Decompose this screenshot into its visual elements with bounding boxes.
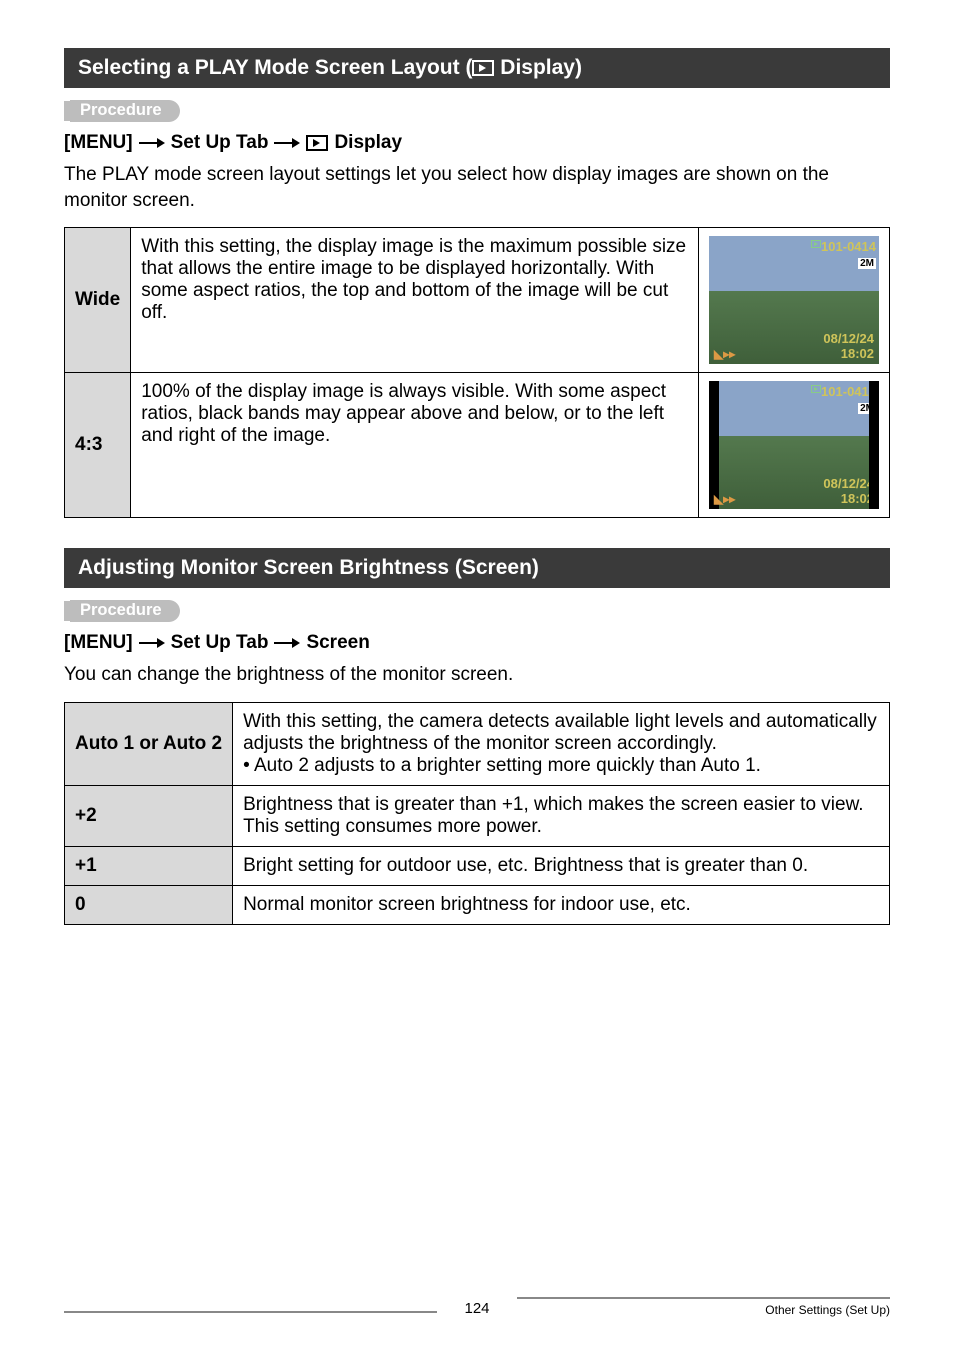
thumbnail-43: 101-0414 2M ◣▸▸ 08/12/24 18:02 bbox=[709, 381, 879, 509]
table-row: +2 Brightness that is greater than +1, w… bbox=[65, 785, 890, 846]
row-bullet-auto: • Auto 2 adjusts to a brighter setting m… bbox=[243, 755, 879, 777]
row-label-43: 4:3 bbox=[65, 373, 131, 518]
thumb-date: 08/12/24 bbox=[823, 476, 874, 491]
procedure-pill: Procedure bbox=[70, 600, 180, 622]
row-label-zero: 0 bbox=[65, 885, 233, 924]
path-setuptab: Set Up Tab bbox=[171, 132, 269, 154]
thumb-time: 18:02 bbox=[841, 491, 874, 506]
path-setuptab: Set Up Tab bbox=[171, 632, 269, 654]
procedure-label: Procedure bbox=[64, 600, 890, 622]
thumb-id-text: 101-0414 bbox=[821, 384, 876, 399]
path-menu: [MENU] bbox=[64, 132, 133, 154]
row-desc-43: 100% of the display image is always visi… bbox=[131, 373, 699, 518]
section-heading-brightness: Adjusting Monitor Screen Brightness (Scr… bbox=[64, 548, 890, 588]
play-icon bbox=[811, 240, 821, 248]
thumbnail-wide: 101-0414 2M ◣▸▸ 08/12/24 18:02 bbox=[709, 236, 879, 364]
section-heading-play-layout: Selecting a PLAY Mode Screen Layout ( Di… bbox=[64, 48, 890, 88]
row-desc-plus1: Bright setting for outdoor use, etc. Bri… bbox=[233, 846, 890, 885]
procedure-label: Procedure bbox=[64, 100, 890, 122]
intro-text-screen: You can change the brightness of the mon… bbox=[64, 662, 890, 688]
play-icon bbox=[472, 60, 494, 76]
thumb-id-text: 101-0414 bbox=[821, 239, 876, 254]
menu-path-screen: [MENU] Set Up Tab Screen bbox=[64, 632, 890, 654]
thumb-size-badge: 2M bbox=[858, 258, 876, 269]
footer-rule bbox=[517, 1297, 890, 1299]
footer-section-label: Other Settings (Set Up) bbox=[765, 1303, 890, 1317]
play-layout-table: Wide With this setting, the display imag… bbox=[64, 227, 890, 518]
page-number: 124 bbox=[437, 1300, 517, 1317]
row-label-auto: Auto 1 or Auto 2 bbox=[65, 702, 233, 785]
table-row: +1 Bright setting for outdoor use, etc. … bbox=[65, 846, 890, 885]
brightness-table: Auto 1 or Auto 2 With this setting, the … bbox=[64, 702, 890, 925]
arrow-icon bbox=[274, 137, 300, 149]
arrow-icon bbox=[274, 637, 300, 649]
arrow-icon bbox=[139, 637, 165, 649]
footer-rule bbox=[64, 1311, 437, 1313]
thumb-corner-icon: ◣▸▸ bbox=[714, 347, 735, 361]
thumb-date: 08/12/24 bbox=[823, 331, 874, 346]
row-desc-wide: With this setting, the display image is … bbox=[131, 228, 699, 373]
row-label-plus2: +2 bbox=[65, 785, 233, 846]
arrow-icon bbox=[139, 137, 165, 149]
row-desc-zero: Normal monitor screen brightness for ind… bbox=[233, 885, 890, 924]
row-desc-auto: With this setting, the camera detects av… bbox=[233, 702, 890, 785]
table-row: 4:3 100% of the display image is always … bbox=[65, 373, 890, 518]
intro-text-display: The PLAY mode screen layout settings let… bbox=[64, 162, 890, 213]
page-footer: 124 Other Settings (Set Up) bbox=[64, 1293, 890, 1317]
thumb-corner-icon: ◣▸▸ bbox=[714, 492, 735, 506]
thumb-time: 18:02 bbox=[841, 346, 874, 361]
play-icon bbox=[306, 135, 328, 151]
path-display: Display bbox=[334, 132, 402, 154]
menu-path-display: [MENU] Set Up Tab Display bbox=[64, 132, 890, 154]
procedure-pill: Procedure bbox=[70, 100, 180, 122]
table-row: Auto 1 or Auto 2 With this setting, the … bbox=[65, 702, 890, 785]
row-label-wide: Wide bbox=[65, 228, 131, 373]
row-desc-plus2: Brightness that is greater than +1, whic… bbox=[233, 785, 890, 846]
row-label-plus1: +1 bbox=[65, 846, 233, 885]
table-row: 0 Normal monitor screen brightness for i… bbox=[65, 885, 890, 924]
thumb-wide-cell: 101-0414 2M ◣▸▸ 08/12/24 18:02 bbox=[699, 228, 890, 373]
path-screen: Screen bbox=[306, 632, 369, 654]
play-icon bbox=[811, 385, 821, 393]
thumb-size-badge: 2M bbox=[858, 403, 876, 414]
thumb-43-cell: 101-0414 2M ◣▸▸ 08/12/24 18:02 bbox=[699, 373, 890, 518]
path-menu: [MENU] bbox=[64, 632, 133, 654]
table-row: Wide With this setting, the display imag… bbox=[65, 228, 890, 373]
